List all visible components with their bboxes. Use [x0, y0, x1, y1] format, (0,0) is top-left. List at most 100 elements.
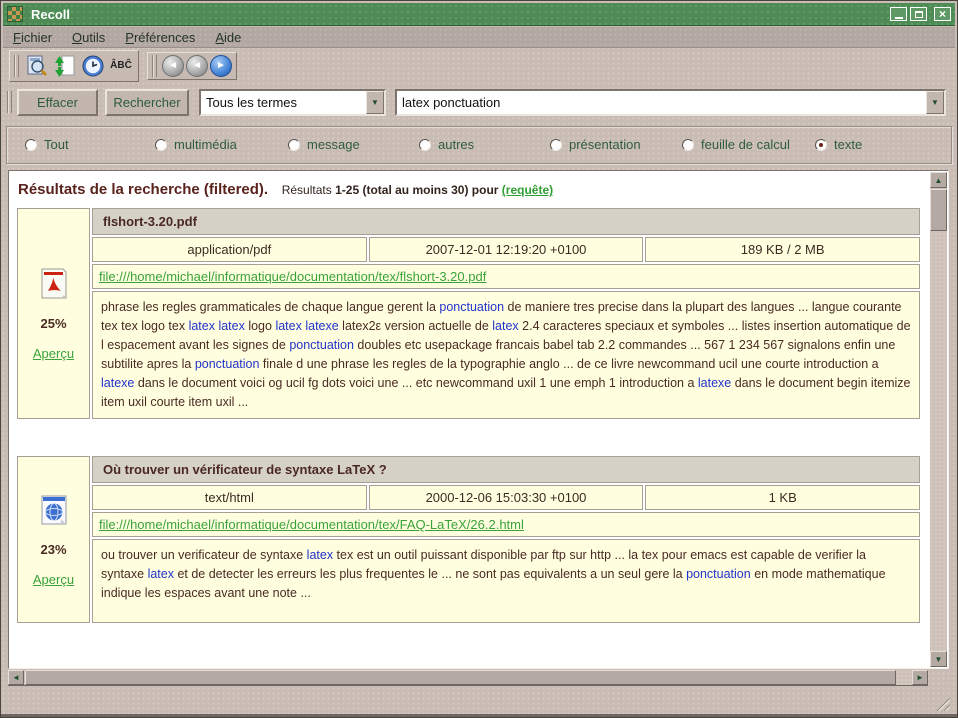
first-page-icon: ◄: [168, 60, 178, 71]
document-history-icon: [81, 54, 105, 78]
result-relevance: 25%: [40, 316, 66, 331]
toolbar: ÂBĈ ◄ ◄ ►: [3, 49, 955, 82]
menu-item-aide[interactable]: Aide: [215, 30, 241, 45]
chevron-down-icon[interactable]: ▼: [926, 91, 944, 114]
snippet-text: ou trouver un verificateur de syntaxe: [101, 548, 307, 562]
radio-icon: [682, 139, 694, 151]
sort-parameters-button[interactable]: [52, 53, 78, 79]
advanced-search-icon: [25, 54, 49, 78]
clear-button[interactable]: Effacer: [17, 89, 98, 116]
term-explorer-button[interactable]: ÂBĈ: [108, 53, 134, 79]
snippet-text: logo: [245, 319, 276, 333]
search-mode-select[interactable]: Tous les termes ▼: [199, 89, 386, 116]
scroll-down-button[interactable]: ▼: [930, 651, 947, 667]
radio-icon: [25, 139, 37, 151]
highlighted-term: latex: [148, 567, 174, 581]
menu-item-fichier[interactable]: Fichier: [13, 30, 52, 45]
filter-label: feuille de calcul: [701, 137, 790, 152]
close-icon: ×: [939, 9, 946, 19]
filter-autres[interactable]: autres: [419, 137, 474, 152]
next-page-icon: ►: [216, 60, 226, 71]
titlebar[interactable]: Recoll ×: [3, 3, 955, 26]
window-bottom-edge: [1, 714, 957, 717]
filter-label: autres: [438, 137, 474, 152]
chevron-down-icon[interactable]: ▼: [366, 91, 384, 114]
snippet-text: dans le document voici og ucil fg dots v…: [134, 376, 698, 390]
pdf-file-icon: [37, 267, 71, 301]
highlighted-term: latex: [492, 319, 518, 333]
radio-icon: [155, 139, 167, 151]
filter-label: présentation: [569, 137, 641, 152]
search-bar: Effacer Rechercher Tous les termes ▼ ▼: [3, 87, 955, 121]
menubar: Fichier Outils Préférences Aide: [3, 27, 955, 48]
radio-icon: [550, 139, 562, 151]
resize-grip[interactable]: [934, 695, 950, 711]
radio-selected-icon: [815, 139, 827, 151]
next-page-button[interactable]: ►: [210, 55, 232, 77]
filter-message[interactable]: message: [288, 137, 360, 152]
maximize-button[interactable]: [910, 7, 927, 21]
scroll-left-button[interactable]: ◄: [8, 670, 24, 685]
filter-label: Tout: [44, 137, 69, 152]
toolbar-handle[interactable]: [152, 55, 157, 77]
result-side-panel: 23% Aperçu: [17, 456, 90, 623]
horizontal-scrollbar-thumb[interactable]: [25, 670, 896, 685]
snippet-text: phrase les regles grammaticales de chaqu…: [101, 300, 439, 314]
highlighted-term: ponctuation: [439, 300, 504, 314]
results-frame: Résultats de la recherche (filtered). Ré…: [8, 170, 949, 669]
minimize-button[interactable]: [890, 7, 907, 21]
highlighted-term: latexe: [698, 376, 731, 390]
result-meta-row: text/html 2000-12-06 15:03:30 +0100 1 KB: [92, 485, 920, 510]
result-url-link[interactable]: file:///home/michael/informatique/docume…: [99, 517, 524, 532]
results-count: 1-25 (total au moins 30) pour: [335, 183, 498, 197]
minimize-icon: [895, 17, 903, 19]
result-date: 2000-12-06 15:03:30 +0100: [369, 485, 644, 510]
highlighted-term: latexe: [305, 319, 338, 333]
result-preview-link[interactable]: Aperçu: [33, 346, 74, 361]
filter-multimédia[interactable]: multimédia: [155, 137, 237, 152]
results-count-prefix: Résultats: [282, 183, 332, 197]
highlighted-term: ponctuation: [289, 338, 354, 352]
result-preview-link[interactable]: Aperçu: [33, 572, 74, 587]
vertical-scrollbar[interactable]: ▲ ▼: [930, 172, 947, 667]
advanced-search-button[interactable]: [24, 53, 50, 79]
result-url-cell: file:///home/michael/informatique/docume…: [92, 264, 920, 289]
scroll-right-button[interactable]: ►: [912, 670, 928, 685]
term-explorer-icon: ÂBĈ: [110, 60, 132, 71]
first-page-button[interactable]: ◄: [162, 55, 184, 77]
vertical-scrollbar-thumb[interactable]: [930, 189, 947, 231]
menu-item-outils[interactable]: Outils: [72, 30, 105, 45]
horizontal-scrollbar[interactable]: ◄ ►: [8, 670, 928, 686]
filter-feuille-de-calcul[interactable]: feuille de calcul: [682, 137, 790, 152]
previous-page-button[interactable]: ◄: [186, 55, 208, 77]
previous-page-icon: ◄: [192, 60, 202, 71]
filter-label: texte: [834, 137, 862, 152]
document-history-button[interactable]: [80, 53, 106, 79]
result-date: 2007-12-01 12:19:20 +0100: [369, 237, 644, 262]
result-entry: 23% Aperçu Où trouver un vérificateur de…: [17, 456, 920, 623]
results-header: Résultats de la recherche (filtered). Ré…: [16, 179, 925, 208]
results-title: Résultats de la recherche (filtered).: [18, 181, 268, 198]
results-area: Résultats de la recherche (filtered). Ré…: [10, 171, 930, 667]
query-combo[interactable]: ▼: [395, 89, 946, 116]
result-snippet: ou trouver un verificateur de syntaxe la…: [92, 539, 920, 623]
filter-tout[interactable]: Tout: [25, 137, 69, 152]
filter-texte[interactable]: texte: [815, 137, 862, 152]
menu-item-preferences[interactable]: Préférences: [125, 30, 195, 45]
scroll-up-button[interactable]: ▲: [930, 172, 947, 188]
result-size: 1 KB: [645, 485, 920, 510]
filter-label: message: [307, 137, 360, 152]
toolbar-handle[interactable]: [14, 55, 19, 77]
toolbar-group-tools: ÂBĈ: [9, 50, 139, 82]
search-input[interactable]: [397, 95, 926, 110]
recoll-app-icon: [7, 6, 23, 22]
toolbar-handle[interactable]: [7, 91, 12, 113]
toolbar-group-nav: ◄ ◄ ►: [147, 52, 237, 80]
close-button[interactable]: ×: [934, 7, 951, 21]
result-meta-row: application/pdf 2007-12-01 12:19:20 +010…: [92, 237, 920, 262]
search-button[interactable]: Rechercher: [105, 89, 189, 116]
result-side-panel: 25% Aperçu: [17, 208, 90, 419]
filter-présentation[interactable]: présentation: [550, 137, 641, 152]
query-link[interactable]: (requête): [502, 183, 553, 197]
result-url-link[interactable]: file:///home/michael/informatique/docume…: [99, 269, 486, 284]
